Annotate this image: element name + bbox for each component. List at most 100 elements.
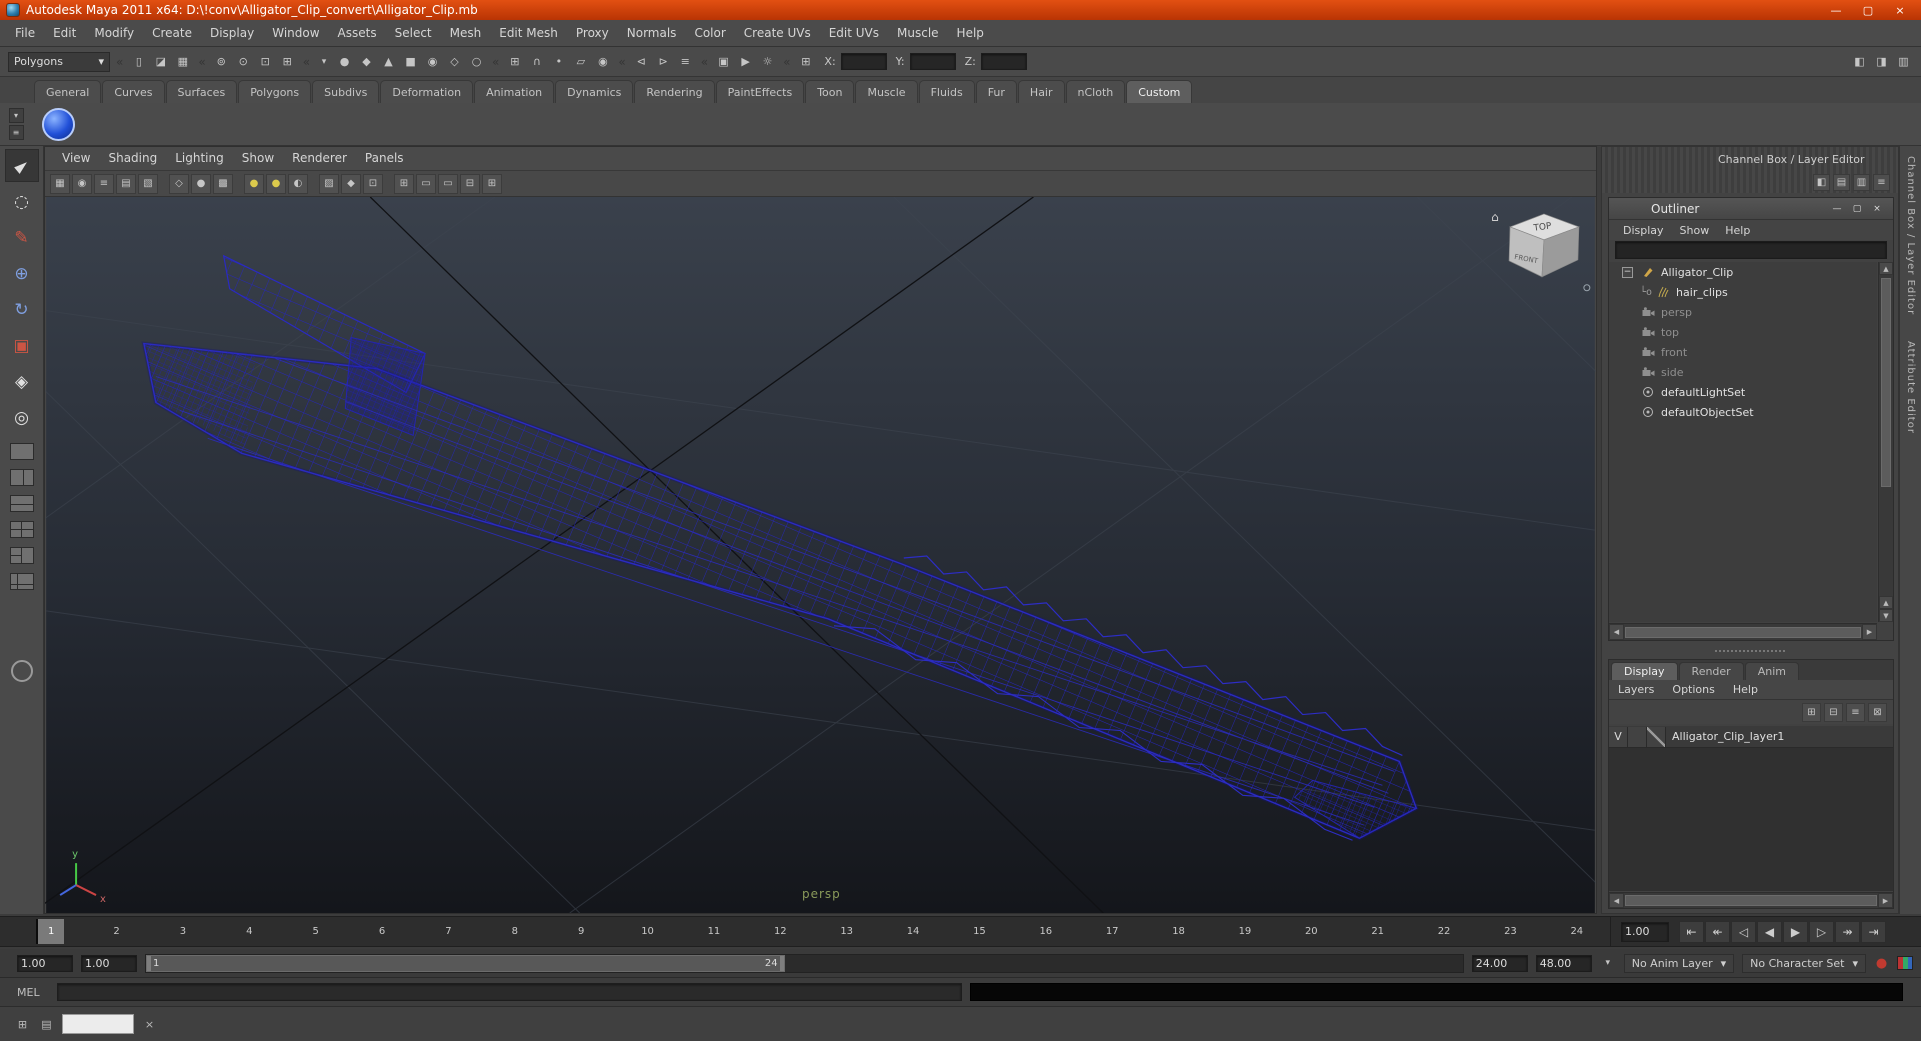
mask-handles-icon[interactable]: ● bbox=[335, 52, 354, 71]
timeline-frame[interactable]: 11 bbox=[681, 917, 747, 946]
layer-editor-scrollbar[interactable]: ◀ ▶ bbox=[1609, 892, 1893, 908]
title-bar[interactable]: Autodesk Maya 2011 x64: D:\!conv\Alligat… bbox=[0, 0, 1921, 20]
timeline-frame[interactable]: 16 bbox=[1013, 917, 1079, 946]
scroll-up-icon[interactable]: ▲ bbox=[1879, 596, 1893, 609]
scroll-up-icon[interactable]: ▲ bbox=[1879, 262, 1893, 275]
mask-misc-icon[interactable]: ○ bbox=[467, 52, 486, 71]
shelf-tab-general[interactable]: General bbox=[34, 80, 102, 103]
layer-name[interactable]: Alligator_Clip_layer1 bbox=[1666, 730, 1784, 743]
snap-to-point-icon[interactable]: • bbox=[549, 52, 568, 71]
animation-preferences-icon[interactable] bbox=[1897, 956, 1913, 970]
menu-modify[interactable]: Modify bbox=[85, 20, 143, 46]
outliner-close-button[interactable]: × bbox=[1869, 202, 1885, 216]
xray-icon[interactable]: ▨ bbox=[319, 173, 339, 194]
layer-attributes-icon[interactable]: ⊠ bbox=[1868, 702, 1887, 722]
options-menu[interactable]: Options bbox=[1663, 677, 1723, 703]
window-button[interactable] bbox=[62, 1014, 134, 1034]
right-panel-header[interactable]: Channel Box / Layer Editor bbox=[1602, 147, 1898, 171]
timeline-frame[interactable]: 3 bbox=[150, 917, 216, 946]
render-settings-icon[interactable]: ☼ bbox=[758, 52, 777, 71]
character-set-dropdown[interactable]: No Character Set ▾ bbox=[1742, 953, 1866, 973]
shelf-tab-curves[interactable]: Curves bbox=[102, 80, 165, 103]
menu-color[interactable]: Color bbox=[685, 20, 734, 46]
mask-points-icon[interactable]: ◆ bbox=[357, 52, 376, 71]
sort-layers-icon[interactable]: ≡ bbox=[1846, 702, 1865, 722]
shelf-tab-polygons[interactable]: Polygons bbox=[238, 80, 312, 103]
outliner-horizontal-scrollbar[interactable]: ◀ ▶ bbox=[1609, 623, 1877, 640]
select-camera-icon[interactable]: ▦ bbox=[50, 173, 70, 194]
shelf-tab-fluids[interactable]: Fluids bbox=[918, 80, 975, 103]
outliner-item-front[interactable]: front bbox=[1609, 342, 1877, 362]
panel-menu-shading[interactable]: Shading bbox=[99, 147, 166, 170]
close-icon[interactable]: × bbox=[141, 1016, 158, 1033]
selection-mask-dropdown-icon[interactable]: ▾ bbox=[316, 52, 332, 71]
shelf-tab-muscle[interactable]: Muscle bbox=[855, 80, 918, 103]
mask-surfaces-icon[interactable]: ■ bbox=[401, 52, 420, 71]
menu-proxy[interactable]: Proxy bbox=[567, 20, 618, 46]
shelf-tab-deformation[interactable]: Deformation bbox=[380, 80, 474, 103]
z-coordinate-field[interactable] bbox=[980, 53, 1027, 70]
range-start-handle[interactable] bbox=[147, 955, 151, 971]
panel-menu-view[interactable]: View bbox=[53, 147, 99, 170]
timeline-frame[interactable]: 23 bbox=[1477, 917, 1543, 946]
shelf-tab-toon[interactable]: Toon bbox=[805, 80, 855, 103]
outliner-item-default-object-set[interactable]: defaultObjectSet bbox=[1609, 402, 1877, 422]
timeline-frame[interactable]: 20 bbox=[1278, 917, 1344, 946]
menu-create-uvs[interactable]: Create UVs bbox=[735, 20, 820, 46]
menu-assets[interactable]: Assets bbox=[329, 20, 386, 46]
scrollbar-thumb[interactable] bbox=[1625, 895, 1877, 906]
resolution-gate-icon[interactable]: ▭ bbox=[416, 173, 436, 194]
x-coordinate-field[interactable] bbox=[840, 53, 887, 70]
outliner-item-alligator-clip[interactable]: − Alligator_Clip bbox=[1609, 262, 1877, 282]
timeline-frame[interactable]: 5 bbox=[283, 917, 349, 946]
animation-start-field[interactable]: 1.00 bbox=[81, 954, 137, 972]
layer-playback-toggle[interactable] bbox=[1628, 726, 1647, 747]
shelf-tab-rendering[interactable]: Rendering bbox=[634, 80, 715, 103]
layout-two-panes-stacked-button[interactable] bbox=[9, 495, 34, 512]
shelf-tab-dynamics[interactable]: Dynamics bbox=[555, 80, 634, 103]
panel-menu-icon[interactable]: ≡ bbox=[1873, 173, 1890, 191]
menu-help[interactable]: Help bbox=[948, 20, 993, 46]
timeline-frame[interactable]: 17 bbox=[1079, 917, 1145, 946]
close-button[interactable]: × bbox=[1885, 2, 1915, 18]
xyz-entry-mode-icon[interactable]: ⊞ bbox=[796, 52, 815, 71]
isolate-select-icon[interactable]: ⊡ bbox=[363, 173, 383, 194]
play-backwards-button[interactable]: ◀ bbox=[1757, 920, 1782, 943]
shelf-tab-animation[interactable]: Animation bbox=[474, 80, 555, 103]
panel-menu-panels[interactable]: Panels bbox=[356, 147, 413, 170]
collapse-expander-icon[interactable]: − bbox=[1622, 266, 1633, 278]
home-icon[interactable]: ⌂ bbox=[1491, 210, 1499, 224]
go-to-start-button[interactable]: ⇤ bbox=[1679, 920, 1704, 943]
paint-select-button[interactable]: ✎ bbox=[5, 221, 39, 254]
animation-end-field[interactable]: 48.00 bbox=[1535, 954, 1592, 972]
universal-manipulator-button[interactable]: ◈ bbox=[5, 365, 39, 398]
outliner-item-side[interactable]: side bbox=[1609, 362, 1877, 382]
use-all-lights-icon[interactable]: ● bbox=[266, 173, 286, 194]
go-to-end-button[interactable]: ⇥ bbox=[1861, 920, 1886, 943]
split-view-icon[interactable]: ▥ bbox=[1853, 173, 1870, 191]
select-hierarchy-icon[interactable]: ⊚ bbox=[212, 52, 231, 71]
auto-keyframe-toggle[interactable]: ● bbox=[1874, 956, 1889, 971]
scroll-right-icon[interactable]: ▶ bbox=[1878, 893, 1893, 908]
show-attribute-editor-icon[interactable]: ▥ bbox=[1894, 52, 1913, 71]
show-channel-box-icon[interactable]: ◧ bbox=[1850, 52, 1869, 71]
panel-menu-renderer[interactable]: Renderer bbox=[283, 147, 356, 170]
menu-window[interactable]: Window bbox=[263, 20, 328, 46]
timeline-frame[interactable]: 4 bbox=[216, 917, 282, 946]
step-forward-key-button[interactable]: ▷ bbox=[1809, 920, 1834, 943]
snap-to-plane-icon[interactable]: ▱ bbox=[571, 52, 590, 71]
menu-create[interactable]: Create bbox=[143, 20, 201, 46]
construction-history-icon[interactable]: ≡ bbox=[676, 52, 695, 71]
shelf-tab-subdivs[interactable]: Subdivs bbox=[312, 80, 380, 103]
menu-edit-uvs[interactable]: Edit UVs bbox=[820, 20, 888, 46]
layout-three-panes-button[interactable] bbox=[9, 547, 34, 564]
wireframe-icon[interactable]: ◇ bbox=[169, 173, 189, 194]
outliner-vertical-scrollbar[interactable]: ▲ ▲ ▼ bbox=[1878, 262, 1893, 622]
shelf-item-custom-sphere-icon[interactable] bbox=[42, 107, 75, 141]
outliner-maximize-button[interactable]: ▢ bbox=[1849, 202, 1865, 216]
collapse-handle[interactable]: « bbox=[195, 55, 208, 69]
select-highlight-icon[interactable]: ⊞ bbox=[278, 52, 297, 71]
minimize-button[interactable]: — bbox=[1821, 2, 1851, 18]
toolbox-bottom-icon[interactable] bbox=[10, 660, 33, 682]
playback-start-field[interactable]: 1.00 bbox=[17, 954, 73, 972]
